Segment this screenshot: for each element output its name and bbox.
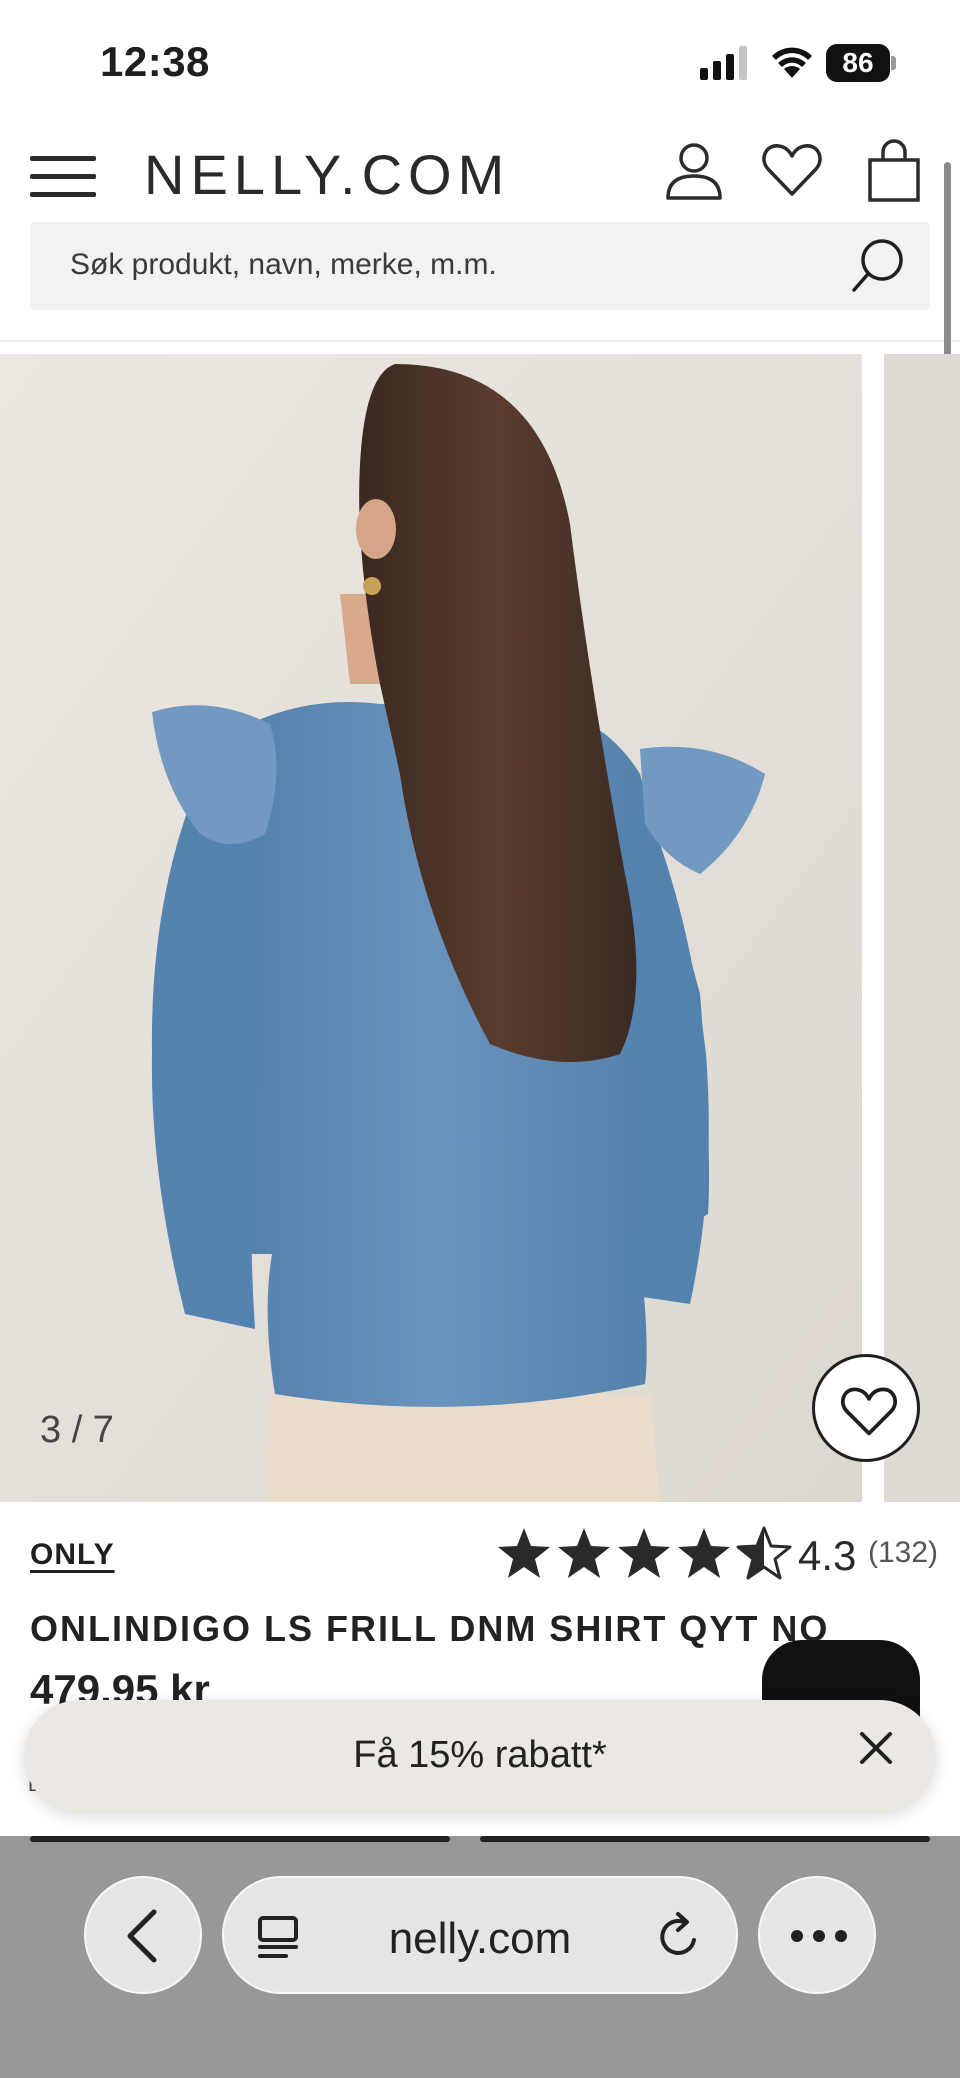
status-time: 12:38 xyxy=(100,38,210,85)
star-icon xyxy=(678,1528,730,1578)
next-product-image[interactable] xyxy=(884,354,960,1502)
add-to-cart-edge xyxy=(480,1836,930,1842)
star-icon xyxy=(498,1528,550,1578)
site-header: NELLY.COM Søk produkt, navn, merke, m.m. xyxy=(0,120,960,340)
bag-icon[interactable] xyxy=(862,138,926,202)
discount-banner[interactable]: Få 15% rabatt* xyxy=(24,1700,936,1812)
browser-toolbar: nelly.com xyxy=(0,1836,960,2078)
product-photo xyxy=(0,354,862,1502)
more-button[interactable] xyxy=(758,1876,876,1994)
brand-link[interactable]: ONLY xyxy=(30,1538,115,1572)
more-icon xyxy=(791,1930,847,1942)
header-divider xyxy=(0,340,960,342)
address-bar[interactable]: nelly.com xyxy=(222,1876,738,1994)
size-button-edge xyxy=(30,1836,450,1842)
reload-icon[interactable] xyxy=(654,1910,704,1962)
rating-value: 4.3 xyxy=(798,1532,857,1579)
product-gallery[interactable]: 3 / 7 xyxy=(0,354,960,1502)
heart-icon[interactable] xyxy=(760,138,824,202)
signal-icon xyxy=(700,46,747,80)
review-count: (132) xyxy=(868,1536,939,1569)
wifi-icon xyxy=(772,47,812,78)
star-half-icon xyxy=(736,1526,792,1580)
battery-tip xyxy=(891,56,896,70)
battery-level: 86 xyxy=(826,44,890,82)
chevron-left-icon xyxy=(127,1909,157,1963)
product-image[interactable] xyxy=(0,354,862,1502)
close-icon[interactable] xyxy=(846,1718,906,1778)
status-bar: 12:38 86 xyxy=(0,0,960,120)
user-icon[interactable] xyxy=(662,138,726,202)
star-icon xyxy=(618,1528,670,1578)
image-counter: 3 / 7 xyxy=(40,1409,114,1451)
hamburger-icon[interactable] xyxy=(30,150,98,202)
site-logo[interactable]: NELLY.COM xyxy=(144,142,510,207)
product-title: ONLINDIGO LS FRILL DNM SHIRT QYT NO xyxy=(30,1608,830,1649)
search-input[interactable]: Søk produkt, navn, merke, m.m. xyxy=(30,222,930,310)
back-button[interactable] xyxy=(84,1876,202,1994)
search-icon[interactable] xyxy=(848,236,908,296)
add-to-wishlist-button[interactable] xyxy=(812,1354,920,1462)
star-icon xyxy=(558,1528,610,1578)
search-placeholder: Søk produkt, navn, merke, m.m. xyxy=(70,248,497,281)
battery-indicator: 86 xyxy=(826,44,896,82)
discount-text: Få 15% rabatt* xyxy=(353,1734,607,1776)
heart-icon xyxy=(841,1387,897,1436)
